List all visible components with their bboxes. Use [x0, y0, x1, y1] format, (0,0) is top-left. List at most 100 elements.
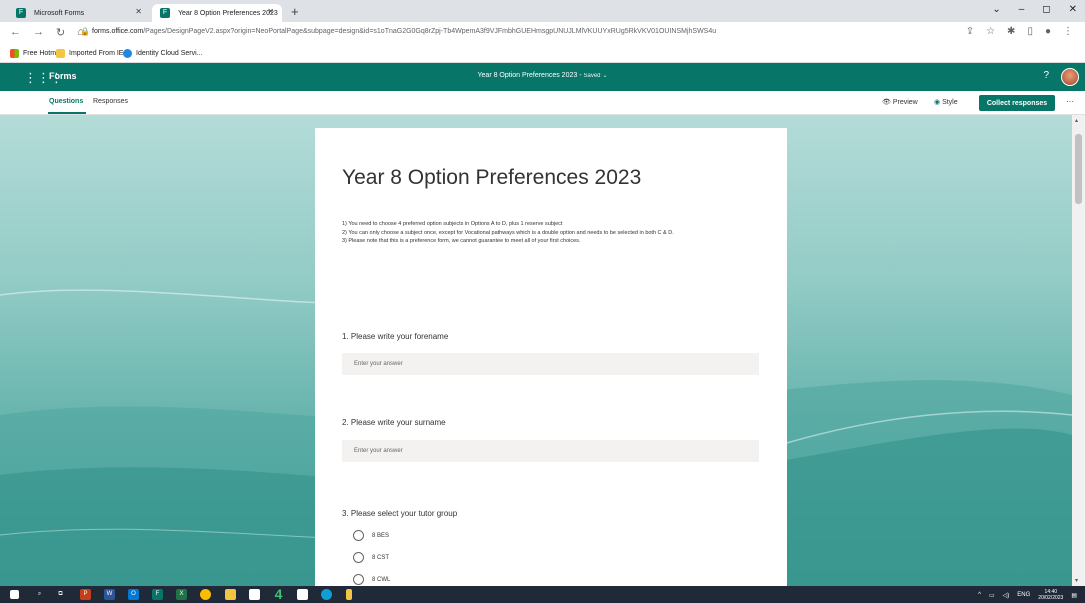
windows-start-icon[interactable] [10, 590, 19, 599]
excel-icon[interactable]: X [176, 589, 187, 600]
style-button[interactable]: ◉ Style [934, 98, 958, 106]
active-tab-indicator [48, 112, 86, 114]
word-icon[interactable]: W [104, 589, 115, 600]
radio-circle-icon[interactable] [353, 552, 364, 563]
description-line: 1) You need to choose 4 preferred option… [342, 221, 563, 227]
maximize-icon[interactable]: ◻ [1042, 4, 1050, 15]
collect-responses-button[interactable]: Collect responses [979, 95, 1055, 111]
choice-label: 8 BES [372, 532, 390, 539]
system-tray: ^ ▭ ◁) ENG 14:40 20/02/2023 ▤ [978, 589, 1077, 601]
form-description[interactable]: 1) You need to choose 4 preferred option… [342, 220, 772, 246]
lock-icon[interactable]: 🔒 [80, 27, 90, 36]
new-tab-icon[interactable]: + [291, 5, 299, 18]
question-3-title[interactable]: 3. Please select your tutor group [342, 509, 457, 518]
form-toolbar: Questions Responses 👁 Preview ◉ Style Co… [0, 91, 1085, 115]
scroll-down-icon[interactable]: ▾ [1075, 577, 1078, 584]
scroll-up-icon[interactable]: ▴ [1075, 117, 1078, 124]
help-icon[interactable]: ? [1043, 70, 1049, 81]
chevron-up-icon[interactable]: ^ [978, 592, 981, 598]
chevron-down-icon[interactable]: ⌄ [992, 4, 1000, 15]
back-arrow-icon[interactable]: ← [10, 26, 21, 39]
style-label: Style [942, 99, 958, 106]
microsoft-logo-icon [10, 49, 19, 58]
palette-icon: ◉ [934, 99, 943, 106]
forename-input[interactable]: Enter your answer [342, 353, 759, 375]
search-icon[interactable]: ⌕ [34, 589, 45, 600]
outlook-icon[interactable]: O [128, 589, 139, 600]
notification-icon[interactable]: ▤ [1071, 592, 1077, 599]
edge-icon[interactable] [321, 589, 332, 600]
task-view-icon[interactable]: ⧉ [55, 589, 66, 600]
forward-arrow-icon[interactable]: → [33, 26, 44, 39]
bookmark-label: Imported From IE [69, 50, 124, 57]
menu-icon[interactable]: ⋮ [1063, 26, 1073, 37]
url-field[interactable]: forms.office.com/Pages/DesignPageV2.aspx… [92, 28, 716, 35]
radio-option[interactable]: 8 CWL [353, 574, 390, 585]
sidebar-icon[interactable]: ▯ [1027, 26, 1033, 37]
app-window-icon[interactable] [297, 589, 308, 600]
header-title-separator: - [577, 72, 584, 79]
browser-tab-year8[interactable]: F Year 8 Option Preferences 2023 ✕ [152, 4, 282, 22]
input-placeholder: Enter your answer [354, 448, 403, 454]
reload-icon[interactable]: ↻ [56, 26, 65, 39]
radio-circle-icon[interactable] [353, 530, 364, 541]
more-options-icon[interactable]: ··· [1066, 97, 1074, 106]
bookmark-imported-from-ie[interactable]: Imported From IE [56, 49, 123, 58]
form-card: Year 8 Option Preferences 2023 1) You ne… [315, 128, 787, 586]
browser-tab-microsoft-forms[interactable]: F Microsoft Forms ✕ [8, 4, 150, 22]
radio-circle-icon[interactable] [353, 574, 364, 585]
profile-icon[interactable]: ● [1045, 26, 1051, 37]
clock[interactable]: 14:40 20/02/2023 [1038, 589, 1063, 601]
nav-controls: ← → ↻ ⌂ [10, 26, 84, 39]
windows-taskbar: ⌕ ⧉ P W O F X 4 ^ ▭ ◁) ENG 14:40 20/02/2… [0, 586, 1085, 603]
extensions-icon[interactable]: ✱ [1007, 26, 1015, 37]
page-scrollbar[interactable]: ▴ ▾ [1072, 115, 1085, 586]
network-icon[interactable]: ▭ [989, 592, 995, 599]
description-line: 3) Please note that this is a preference… [342, 238, 581, 245]
app-4-icon[interactable]: 4 [273, 587, 284, 601]
bookmark-identity-cloud[interactable]: Identity Cloud Servi... [123, 49, 203, 58]
tab-responses[interactable]: Responses [93, 98, 128, 105]
surname-input[interactable]: Enter your answer [342, 440, 759, 462]
tab-questions[interactable]: Questions [49, 98, 83, 105]
question-2-title[interactable]: 2. Please write your surname [342, 418, 446, 427]
address-bar-actions: ⇪ ☆ ✱ ▯ ● ⋮ [966, 26, 1073, 37]
volume-icon[interactable]: ◁) [1003, 592, 1010, 599]
bookmarks-bar: Free Hotmail Imported From IE Identity C… [0, 45, 1085, 63]
globe-icon [123, 49, 132, 58]
question-1-title[interactable]: 1. Please write your forename [342, 332, 448, 341]
radio-option[interactable]: 8 BES [353, 530, 389, 541]
description-line: 2) You can only choose a subject once, e… [342, 229, 674, 236]
minimize-icon[interactable]: – [1019, 4, 1025, 15]
star-icon[interactable]: ☆ [986, 26, 995, 37]
close-icon[interactable]: ✕ [135, 7, 142, 16]
chrome-icon[interactable] [200, 589, 211, 600]
header-form-title[interactable]: Year 8 Option Preferences 2023 - Saved ⌄ [0, 72, 1085, 79]
choice-label: 8 CST [372, 554, 390, 561]
close-icon[interactable]: ✕ [267, 7, 274, 16]
saved-status: Saved [583, 73, 601, 79]
choice-label: 8 CWL [372, 576, 391, 583]
radio-option[interactable]: 8 CST [353, 552, 389, 563]
window-controls: ⌄ – ◻ ✕ [992, 4, 1077, 15]
url-host: forms.office.com [92, 28, 144, 35]
clock-date: 20/02/2023 [1038, 595, 1064, 601]
forms-icon[interactable]: F [152, 589, 163, 600]
form-title[interactable]: Year 8 Option Preferences 2023 [342, 166, 641, 190]
notepad-icon[interactable] [249, 589, 260, 600]
tab-label: Year 8 Option Preferences 2023 [178, 9, 278, 17]
preview-button[interactable]: 👁 Preview [882, 98, 918, 106]
close-window-icon[interactable]: ✕ [1069, 4, 1077, 15]
avatar[interactable] [1061, 68, 1079, 86]
eye-icon: 👁 [882, 99, 893, 106]
forms-favicon-icon: F [160, 8, 170, 18]
share-icon[interactable]: ⇪ [966, 26, 974, 37]
preview-label: Preview [892, 99, 918, 106]
forms-app-header: ⋮⋮⋮ Forms Year 8 Option Preferences 2023… [0, 63, 1085, 91]
language-indicator[interactable]: ENG [1017, 592, 1030, 598]
forms-favicon-icon: F [16, 8, 26, 18]
bookmark-app-icon[interactable] [346, 589, 352, 600]
scroll-thumb[interactable] [1075, 134, 1082, 204]
file-explorer-icon[interactable] [225, 589, 236, 600]
powerpoint-icon[interactable]: P [80, 589, 91, 600]
